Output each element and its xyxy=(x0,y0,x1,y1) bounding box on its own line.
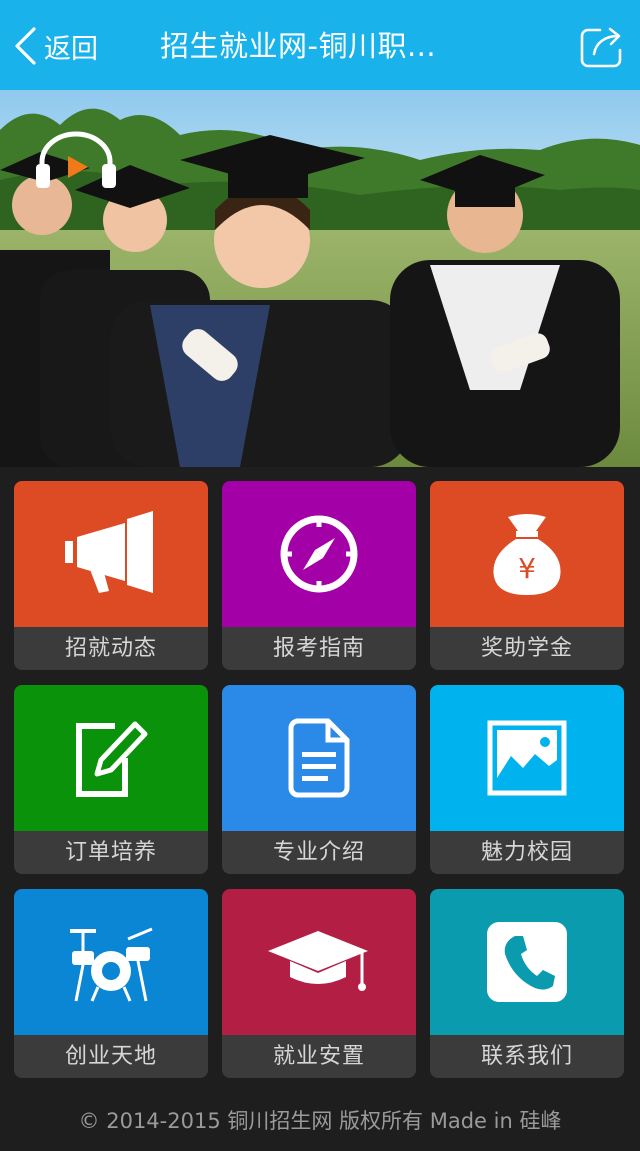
back-label: 返回 xyxy=(44,33,98,65)
tile-face xyxy=(430,685,624,831)
copyright-footer: © 2014-2015 铜川招生网 版权所有 Made in 硅峰 xyxy=(78,1109,562,1133)
tile-label: 就业安置 xyxy=(222,1035,416,1078)
chevron-left-icon xyxy=(15,27,36,65)
banner-image xyxy=(0,90,640,467)
tile-label: 订单培养 xyxy=(14,831,208,874)
top-bar: 返回 招生就业网-铜川职... xyxy=(0,0,640,90)
tile-majors[interactable]: 专业介绍 xyxy=(222,685,416,874)
edit-icon xyxy=(76,721,148,797)
tile-job-placement[interactable]: 就业安置 xyxy=(222,889,416,1078)
headphones-audio-icon[interactable] xyxy=(34,130,118,190)
tile-face xyxy=(222,685,416,831)
document-icon xyxy=(288,718,350,798)
tile-label: 创业天地 xyxy=(14,1035,208,1078)
tile-face xyxy=(14,481,208,627)
tile-contact-us[interactable]: 联系我们 xyxy=(430,889,624,1078)
back-button[interactable]: 返回 xyxy=(12,24,98,68)
tile-label: 联系我们 xyxy=(430,1035,624,1078)
tile-entrepreneurship[interactable]: 创业天地 xyxy=(14,889,208,1078)
tile-face xyxy=(430,889,624,1035)
phone-icon xyxy=(487,922,567,1002)
picture-icon xyxy=(487,720,567,796)
tile-order-training[interactable]: 订单培养 xyxy=(14,685,208,874)
menu-grid: 招就动态 报考指南 ¥ 奖助学金 订单培养 专业介绍 魅力校园 创业天地 就业安… xyxy=(0,467,640,1087)
tile-label: 报考指南 xyxy=(222,627,416,670)
tile-face xyxy=(222,889,416,1035)
tile-face xyxy=(14,889,208,1035)
compass-icon xyxy=(280,515,358,593)
tile-news[interactable]: 招就动态 xyxy=(14,481,208,670)
graduation-cap-icon xyxy=(268,931,368,991)
tile-scholarship[interactable]: ¥ 奖助学金 xyxy=(430,481,624,670)
tile-label: 招就动态 xyxy=(14,627,208,670)
tile-label: 专业介绍 xyxy=(222,831,416,874)
tile-face xyxy=(14,685,208,831)
tile-campus[interactable]: 魅力校园 xyxy=(430,685,624,874)
tile-label: 奖助学金 xyxy=(430,627,624,670)
tile-label: 魅力校园 xyxy=(430,831,624,874)
money-bag-icon: ¥ xyxy=(493,514,561,595)
tile-face xyxy=(222,481,416,627)
page-title: 招生就业网-铜川职... xyxy=(160,29,437,63)
share-icon[interactable] xyxy=(580,24,626,68)
megaphone-icon xyxy=(65,511,153,593)
drum-kit-icon xyxy=(70,927,153,1002)
money-symbol: ¥ xyxy=(518,552,536,585)
tile-face: ¥ xyxy=(430,481,624,627)
tile-admission-guide[interactable]: 报考指南 xyxy=(222,481,416,670)
